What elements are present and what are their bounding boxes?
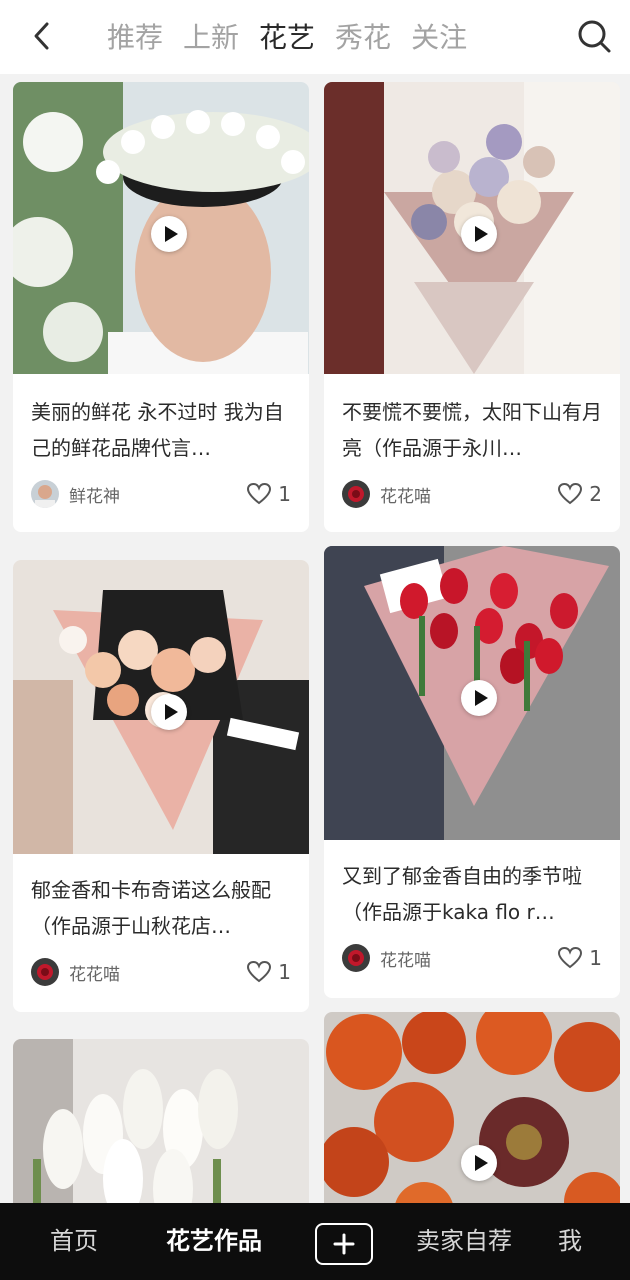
back-button[interactable] (22, 16, 62, 56)
card-title: 不要慌不要慌，太阳下山有月亮（作品源于永川… (342, 400, 602, 460)
author-name: 花花喵 (380, 486, 431, 507)
tab-show-flowers[interactable]: 秀花 (335, 18, 391, 58)
avatar (342, 944, 370, 972)
card-title: 美丽的鲜花 永不过时 我为自己的鲜花品牌代言… (31, 400, 284, 460)
play-icon (461, 1145, 497, 1181)
avatar (342, 480, 370, 508)
card-author[interactable]: 花花喵 (342, 944, 431, 972)
card-title: 郁金香和卡布奇诺这么般配（作品源于山秋花店… (31, 878, 271, 938)
nav-floral-works[interactable]: 花艺作品 (166, 1203, 262, 1280)
card-thumbnail[interactable] (324, 82, 620, 374)
heart-icon (247, 960, 272, 983)
card-author[interactable]: 花花喵 (342, 480, 431, 508)
tab-recommend[interactable]: 推荐 (107, 18, 163, 58)
top-bar: 推荐 上新 花艺 秀花 关注 (0, 0, 630, 74)
author-name: 花花喵 (69, 964, 120, 985)
like-count: 1 (589, 946, 602, 970)
feed-card[interactable]: 郁金香和卡布奇诺这么般配（作品源于山秋花店… 花花喵 1 (13, 560, 309, 1012)
card-thumbnail[interactable] (13, 82, 309, 374)
like-button[interactable]: 1 (246, 480, 291, 508)
like-count: 2 (589, 482, 602, 506)
tab-new[interactable]: 上新 (183, 18, 239, 58)
search-button[interactable] (574, 16, 614, 56)
card-thumbnail[interactable] (13, 560, 309, 854)
card-author[interactable]: 鲜花神 (31, 480, 120, 508)
tab-following[interactable]: 关注 (411, 18, 467, 58)
like-button[interactable]: 1 (557, 944, 602, 972)
heart-icon (558, 482, 583, 505)
play-icon (151, 694, 187, 730)
nav-me[interactable]: 我 (558, 1203, 582, 1280)
like-count: 1 (278, 482, 291, 506)
avatar (31, 480, 59, 508)
plus-icon (333, 1233, 355, 1255)
like-button[interactable]: 2 (557, 480, 602, 508)
heart-icon (558, 946, 583, 969)
play-icon (461, 680, 497, 716)
card-thumbnail[interactable] (324, 546, 620, 840)
play-icon (151, 216, 187, 252)
feed-card[interactable]: 美丽的鲜花 永不过时 我为自己的鲜花品牌代言… 鲜花神 1 (13, 82, 309, 532)
category-tabs: 推荐 上新 花艺 秀花 关注 (107, 18, 487, 58)
nav-seller-recommend[interactable]: 卖家自荐 (416, 1203, 512, 1280)
feed-card[interactable] (324, 1012, 620, 1232)
author-name: 花花喵 (380, 950, 431, 971)
bottom-navigation: 首页 花艺作品 卖家自荐 我 (0, 1203, 630, 1280)
feed-card[interactable]: 又到了郁金香自由的季节啦（作品源于kaka flo r… 花花喵 1 (324, 546, 620, 998)
like-button[interactable]: 1 (246, 958, 291, 986)
like-count: 1 (278, 960, 291, 984)
card-title: 又到了郁金香自由的季节啦（作品源于kaka flo r… (342, 864, 582, 924)
card-thumbnail[interactable] (324, 1012, 620, 1232)
search-icon (578, 20, 611, 53)
heart-icon (247, 482, 272, 505)
avatar (31, 958, 59, 986)
play-icon (461, 216, 497, 252)
chevron-left-icon (34, 22, 49, 50)
thumbnail-image (324, 1012, 620, 1232)
add-button[interactable] (315, 1223, 373, 1265)
author-name: 鲜花神 (69, 486, 120, 507)
card-author[interactable]: 花花喵 (31, 958, 120, 986)
tab-floral-art[interactable]: 花艺 (259, 18, 315, 58)
feed-card[interactable]: 不要慌不要慌，太阳下山有月亮（作品源于永川… 花花喵 2 (324, 82, 620, 532)
nav-home[interactable]: 首页 (50, 1203, 98, 1280)
